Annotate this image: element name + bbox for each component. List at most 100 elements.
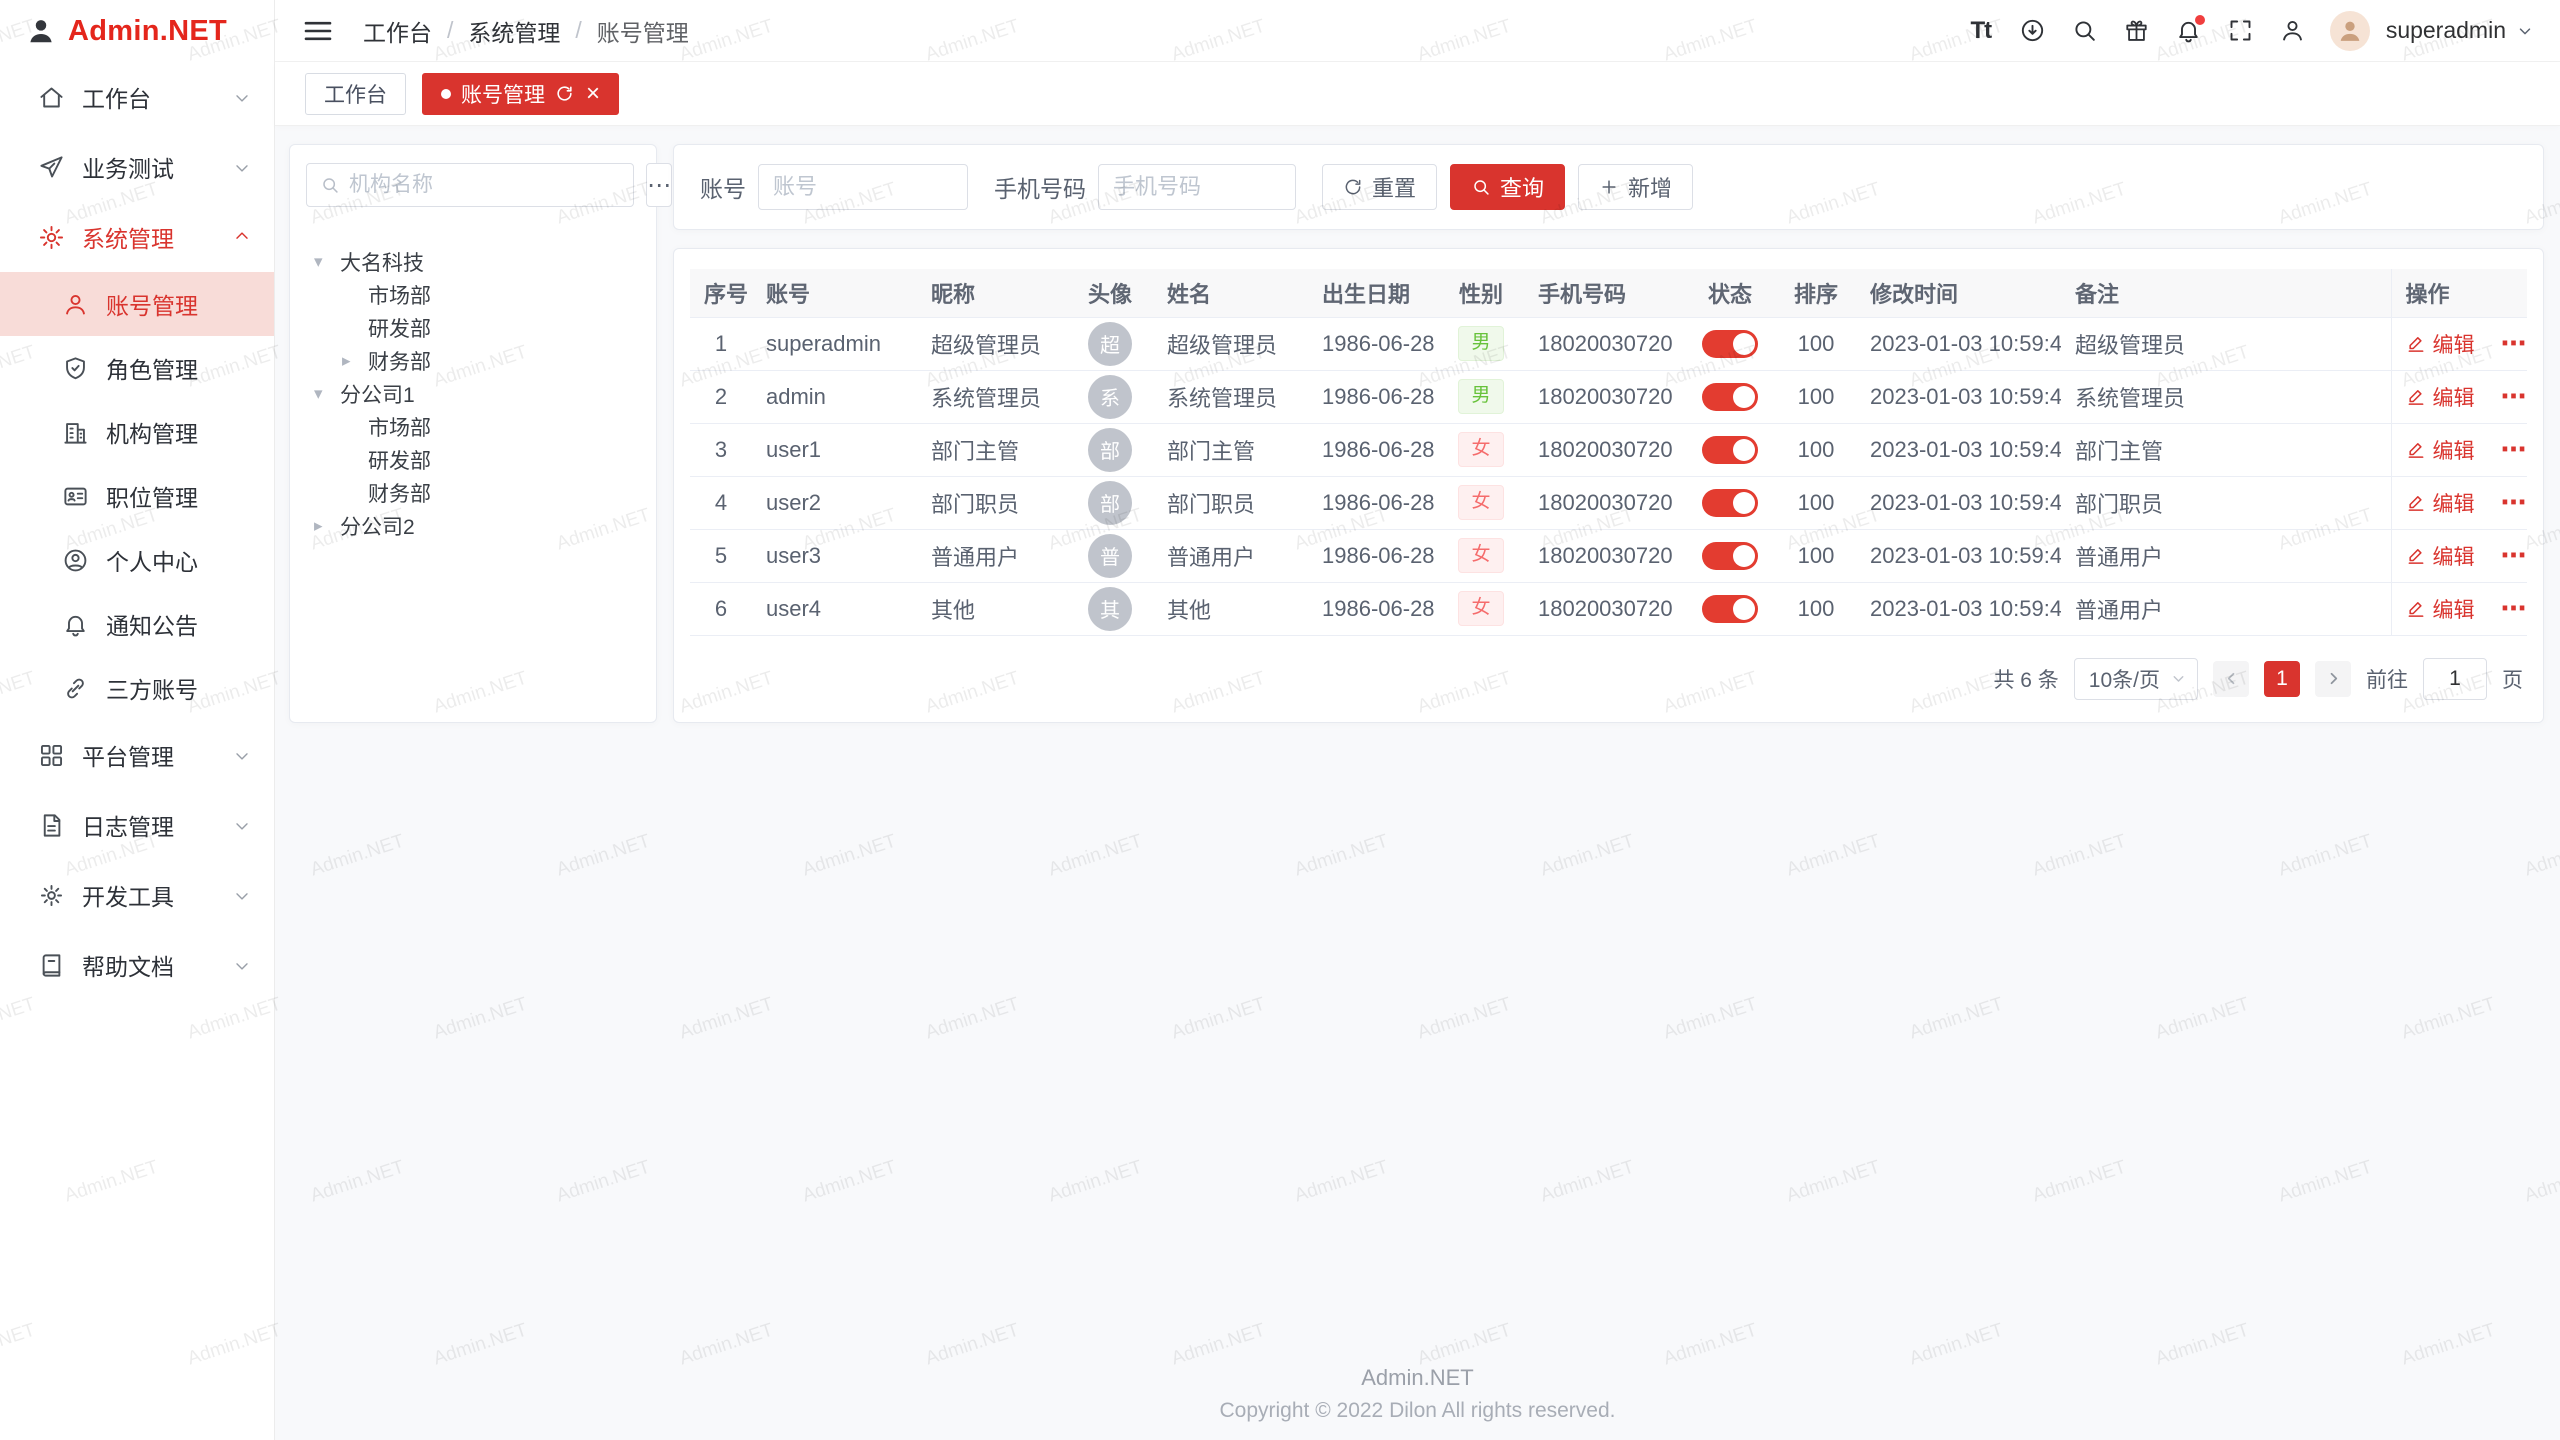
edit-button[interactable]: 编辑 <box>2406 541 2475 571</box>
cell-actions: 编辑 ⋯ <box>2391 476 2527 529</box>
more-icon[interactable]: ⋯ <box>2501 381 2527 411</box>
more-icon[interactable]: ⋯ <box>2501 328 2527 358</box>
status-toggle[interactable] <box>1702 542 1758 570</box>
font-size-icon[interactable]: Tt <box>1958 8 2004 54</box>
cell-phone: 18020030720 <box>1524 476 1684 529</box>
sidebar-item[interactable]: 工作台 <box>0 62 274 132</box>
edit-button[interactable]: 编辑 <box>2406 382 2475 412</box>
sidebar-item-label: 个人中心 <box>106 543 252 577</box>
log-icon <box>38 812 65 839</box>
update-icon[interactable] <box>2010 8 2056 54</box>
tab-account-management[interactable]: 账号管理 × <box>422 73 619 115</box>
tab-label: 工作台 <box>324 79 387 109</box>
app-title: Admin.NET <box>68 15 227 48</box>
more-icon[interactable]: ⋯ <box>2501 540 2527 570</box>
caret-icon: ▾ <box>314 384 340 404</box>
table-row: 2 admin 系统管理员 系 系统管理员 1986-06-28 男 18020… <box>690 370 2527 423</box>
sidebar-item[interactable]: 角色管理 <box>0 336 274 400</box>
sidebar-item[interactable]: 系统管理 <box>0 202 274 272</box>
refresh-icon <box>1343 177 1363 197</box>
chevron-down-icon[interactable] <box>2516 22 2534 40</box>
sidebar-item[interactable]: 通知公告 <box>0 592 274 656</box>
tree-node[interactable]: 市场部 <box>306 278 640 311</box>
org-search-box[interactable] <box>306 163 634 207</box>
cell-modified-time: 2023-01-03 10:59:44 <box>1856 582 2061 635</box>
gift-icon[interactable] <box>2114 8 2160 54</box>
main-area: 工作台 / 系统管理 / 账号管理 Tt <box>275 0 2560 1440</box>
more-icon[interactable]: ⋯ <box>2501 487 2527 517</box>
status-toggle[interactable] <box>1702 383 1758 411</box>
sidebar-item[interactable]: 平台管理 <box>0 720 274 790</box>
person-icon[interactable] <box>2270 8 2316 54</box>
reset-button[interactable]: 重置 <box>1322 164 1437 210</box>
tree-node[interactable]: 财务部 <box>306 476 640 509</box>
close-icon[interactable]: × <box>586 82 600 106</box>
account-query-group: 账号 <box>700 164 968 210</box>
status-toggle[interactable] <box>1702 330 1758 358</box>
tree-node-label: 分公司2 <box>340 511 415 541</box>
edit-button[interactable]: 编辑 <box>2406 329 2475 359</box>
tree-node[interactable]: 研发部 <box>306 311 640 344</box>
search-button[interactable]: 查询 <box>1450 164 1565 210</box>
cell-modified-time: 2023-01-03 10:59:44 <box>1856 317 2061 370</box>
avatar[interactable] <box>2330 11 2370 51</box>
more-icon[interactable]: ⋯ <box>2501 593 2527 623</box>
tree-more-button[interactable]: ⋯ <box>646 163 672 207</box>
cell-remark: 部门职员 <box>2061 476 2391 529</box>
sidebar-item[interactable]: 机构管理 <box>0 400 274 464</box>
goto-page-input[interactable] <box>2423 658 2487 700</box>
current-page-button[interactable]: 1 <box>2264 661 2300 697</box>
refresh-icon[interactable] <box>555 84 574 103</box>
tree-node[interactable]: ▸ 财务部 <box>306 344 640 377</box>
bell-icon[interactable] <box>2166 8 2212 54</box>
goto-label: 前往 <box>2366 664 2408 694</box>
cell-modified-time: 2023-01-03 10:59:44 <box>1856 529 2061 582</box>
breadcrumb-item[interactable]: 工作台 <box>363 14 432 48</box>
hamburger-icon[interactable] <box>301 14 335 48</box>
tree-node[interactable]: ▸ 分公司2 <box>306 509 640 542</box>
cell-account: user4 <box>752 582 917 635</box>
sidebar-item[interactable]: 三方账号 <box>0 656 274 720</box>
tree-node[interactable]: 研发部 <box>306 443 640 476</box>
fullscreen-icon[interactable] <box>2218 8 2264 54</box>
sidebar-item[interactable]: 帮助文档 <box>0 930 274 1000</box>
cell-phone: 18020030720 <box>1524 529 1684 582</box>
phone-input[interactable] <box>1098 164 1296 210</box>
page-size-select[interactable]: 10条/页 <box>2074 658 2198 700</box>
org-search-input[interactable] <box>349 173 620 197</box>
more-icon[interactable]: ⋯ <box>2501 434 2527 464</box>
status-toggle[interactable] <box>1702 489 1758 517</box>
next-page-button[interactable] <box>2315 661 2351 697</box>
sidebar-item[interactable]: 业务测试 <box>0 132 274 202</box>
logo[interactable]: Admin.NET <box>0 0 274 62</box>
account-input[interactable] <box>758 164 968 210</box>
search-icon[interactable] <box>2062 8 2108 54</box>
tree-node[interactable]: ▾ 分公司1 <box>306 377 640 410</box>
edit-button[interactable]: 编辑 <box>2406 488 2475 518</box>
edit-button[interactable]: 编辑 <box>2406 594 2475 624</box>
tree-node-label: 市场部 <box>368 280 431 310</box>
breadcrumb-item[interactable]: 系统管理 <box>468 14 560 48</box>
edit-button[interactable]: 编辑 <box>2406 435 2475 465</box>
tab-workbench[interactable]: 工作台 <box>305 73 406 115</box>
prev-page-button[interactable] <box>2213 661 2249 697</box>
tree-node[interactable]: ▾ 大名科技 <box>306 245 640 278</box>
role-icon <box>62 355 89 382</box>
cell-order: 100 <box>1776 370 1856 423</box>
username[interactable]: superadmin <box>2386 17 2506 44</box>
sidebar-item[interactable]: 日志管理 <box>0 790 274 860</box>
chevron-down-icon <box>232 955 252 975</box>
status-toggle[interactable] <box>1702 595 1758 623</box>
accounts-table: 序号账号昵称头像姓名出生日期性别手机号码状态排序修改时间备注操作 1 super… <box>690 269 2527 636</box>
row-avatar: 部 <box>1088 428 1132 472</box>
tree-node-label: 研发部 <box>368 445 431 475</box>
sidebar-item[interactable]: 账号管理 <box>0 272 274 336</box>
user-icon <box>62 291 89 318</box>
sidebar-item[interactable]: 开发工具 <box>0 860 274 930</box>
add-button[interactable]: 新增 <box>1578 164 1693 210</box>
status-toggle[interactable] <box>1702 436 1758 464</box>
breadcrumb-item-current: 账号管理 <box>597 14 689 48</box>
sidebar-item[interactable]: 职位管理 <box>0 464 274 528</box>
tree-node[interactable]: 市场部 <box>306 410 640 443</box>
sidebar-item[interactable]: 个人中心 <box>0 528 274 592</box>
